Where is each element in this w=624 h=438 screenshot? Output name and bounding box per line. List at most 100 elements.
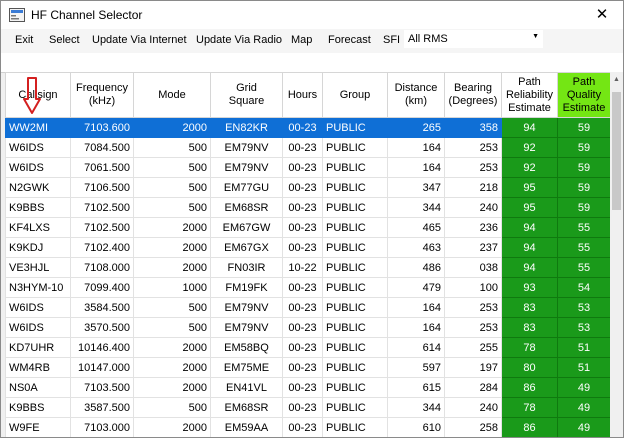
table-row[interactable]: W6IDS 7084.500 500 EM79NV 00-23 PUBLIC 164 253 9… (5, 137, 610, 158)
cell-path-quality: 59 (557, 157, 610, 178)
cell-callsign: WM4RB (5, 357, 71, 378)
cell-hours: 00-23 (282, 117, 323, 138)
cell-mode: 500 (133, 397, 211, 418)
cell-path-reliability: 93 (501, 277, 558, 298)
table-row[interactable]: W6IDS 7061.500 500 EM79NV 00-23 PUBLIC 164 253 9… (5, 157, 610, 178)
menu-forecast[interactable]: Forecast (328, 34, 371, 46)
cell-mode: 500 (133, 177, 211, 198)
scroll-thumb[interactable] (612, 92, 621, 210)
cell-callsign: N3HYM-10 (5, 277, 71, 298)
table-row[interactable]: KD7UHR 10146.400 2000 EM58BQ 00-23 PUBLIC 614 2… (5, 337, 610, 358)
cell-grid-square: EM67GW (210, 217, 283, 238)
cell-callsign: N2GWK (5, 177, 71, 198)
app-icon (9, 8, 25, 22)
cell-callsign: W6IDS (5, 157, 71, 178)
table-row[interactable]: WW2MI 7103.600 2000 EN82KR 00-23 PUBLIC 265 358… (5, 117, 610, 138)
menu-sfi[interactable]: SFI (383, 34, 400, 46)
col-header-hours[interactable]: Hours (282, 72, 323, 118)
col-header-mode[interactable]: Mode (133, 72, 211, 118)
col-header-bearing[interactable]: Bearing (Degrees) (444, 72, 502, 118)
cell-bearing: 258 (444, 417, 502, 437)
cell-hours: 00-23 (282, 237, 323, 258)
table-row[interactable]: NS0A 7103.500 2000 EN41VL 00-23 PUBLIC 615 284 8… (5, 377, 610, 398)
cell-distance: 164 (387, 317, 445, 338)
col-header-group[interactable]: Group (322, 72, 388, 118)
cell-hours: 00-23 (282, 277, 323, 298)
table-row[interactable]: N2GWK 7106.500 500 EM77GU 00-23 PUBLIC 347 218 9… (5, 177, 610, 198)
table-row[interactable]: W9FE 7103.000 2000 EM59AA 00-23 PUBLIC 610 258 8… (5, 417, 610, 437)
cell-callsign: K9KDJ (5, 237, 71, 258)
menu-map[interactable]: Map (291, 34, 312, 46)
col-header-grid-square[interactable]: Grid Square (210, 72, 283, 118)
cell-hours: 00-23 (282, 397, 323, 418)
table-row[interactable]: K9KDJ 7102.400 2000 EM67GX 00-23 PUBLIC 463 237… (5, 237, 610, 258)
cell-path-quality: 51 (557, 337, 610, 358)
col-header-distance[interactable]: Distance (km) (387, 72, 445, 118)
table-row[interactable]: KF4LXS 7102.500 2000 EM67GW 00-23 PUBLIC 465 23… (5, 217, 610, 238)
table-row[interactable]: W6IDS 3584.500 500 EM79NV 00-23 PUBLIC 164 253 8… (5, 297, 610, 318)
col-header-frequency[interactable]: Frequency (kHz) (70, 72, 134, 118)
cell-path-quality: 59 (557, 117, 610, 138)
cell-bearing: 038 (444, 257, 502, 278)
scroll-up-icon[interactable]: ▲ (610, 72, 623, 88)
menu-update-via-internet[interactable]: Update Via Internet (92, 34, 187, 46)
cell-frequency: 7102.500 (70, 197, 134, 218)
cell-grid-square: EM79NV (210, 317, 283, 338)
table-row[interactable]: VE3HJL 7108.000 2000 FN03IR 10-22 PUBLIC 486 03… (5, 257, 610, 278)
close-icon[interactable]: ✕ (587, 3, 617, 27)
cell-distance: 164 (387, 297, 445, 318)
cell-distance: 610 (387, 417, 445, 437)
cell-bearing: 253 (444, 317, 502, 338)
table-row[interactable]: N3HYM-10 7099.400 1000 FM19FK 00-23 PUBLIC 479… (5, 277, 610, 298)
menu-select[interactable]: Select (49, 34, 80, 46)
cell-path-quality: 49 (557, 417, 610, 437)
menu-update-via-radio[interactable]: Update Via Radio (196, 34, 282, 46)
cell-path-quality: 53 (557, 297, 610, 318)
cell-bearing: 253 (444, 157, 502, 178)
cell-frequency: 3570.500 (70, 317, 134, 338)
cell-distance: 597 (387, 357, 445, 378)
cell-grid-square: EM75ME (210, 357, 283, 378)
cell-bearing: 218 (444, 177, 502, 198)
col-header-path-quality[interactable]: Path Quality Estimate (557, 72, 610, 118)
cell-callsign: WW2MI (5, 117, 71, 138)
cell-grid-square: EN82KR (210, 117, 283, 138)
cell-grid-square: EM58BQ (210, 337, 283, 358)
table-row[interactable]: W6IDS 3570.500 500 EM79NV 00-23 PUBLIC 164 253 8… (5, 317, 610, 338)
cell-frequency: 7061.500 (70, 157, 134, 178)
cell-mode: 2000 (133, 337, 211, 358)
table-row[interactable]: K9BBS 3587.500 500 EM68SR 00-23 PUBLIC 344 240 7… (5, 397, 610, 418)
cell-mode: 500 (133, 137, 211, 158)
cell-mode: 2000 (133, 237, 211, 258)
cell-group: PUBLIC (322, 117, 388, 138)
table-row[interactable]: WM4RB 10147.000 2000 EM75ME 00-23 PUBLIC 597 19… (5, 357, 610, 378)
cell-path-reliability: 94 (501, 217, 558, 238)
cell-path-reliability: 83 (501, 297, 558, 318)
cell-path-reliability: 78 (501, 397, 558, 418)
cell-grid-square: EM67GX (210, 237, 283, 258)
col-header-path-reliability[interactable]: Path Reliability Estimate (501, 72, 558, 118)
rms-filter-dropdown[interactable]: All RMS ▼ (404, 30, 543, 48)
cell-group: PUBLIC (322, 397, 388, 418)
cell-grid-square: EM68SR (210, 397, 283, 418)
cell-bearing: 240 (444, 197, 502, 218)
cell-path-reliability: 92 (501, 157, 558, 178)
cell-frequency: 7102.400 (70, 237, 134, 258)
cell-path-quality: 59 (557, 137, 610, 158)
cell-frequency: 7106.500 (70, 177, 134, 198)
cell-callsign: VE3HJL (5, 257, 71, 278)
cell-grid-square: EM79NV (210, 297, 283, 318)
cell-frequency: 7099.400 (70, 277, 134, 298)
cell-frequency: 7103.600 (70, 117, 134, 138)
cell-bearing: 100 (444, 277, 502, 298)
cell-callsign: KD7UHR (5, 337, 71, 358)
cell-hours: 00-23 (282, 157, 323, 178)
vertical-scrollbar[interactable]: ▲ (610, 72, 623, 437)
cell-hours: 00-23 (282, 177, 323, 198)
cell-distance: 463 (387, 237, 445, 258)
cell-bearing: 255 (444, 337, 502, 358)
menu-exit[interactable]: Exit (15, 34, 33, 46)
cell-path-quality: 59 (557, 197, 610, 218)
cell-grid-square: EN41VL (210, 377, 283, 398)
table-row[interactable]: K9BBS 7102.500 500 EM68SR 00-23 PUBLIC 344 240 9… (5, 197, 610, 218)
